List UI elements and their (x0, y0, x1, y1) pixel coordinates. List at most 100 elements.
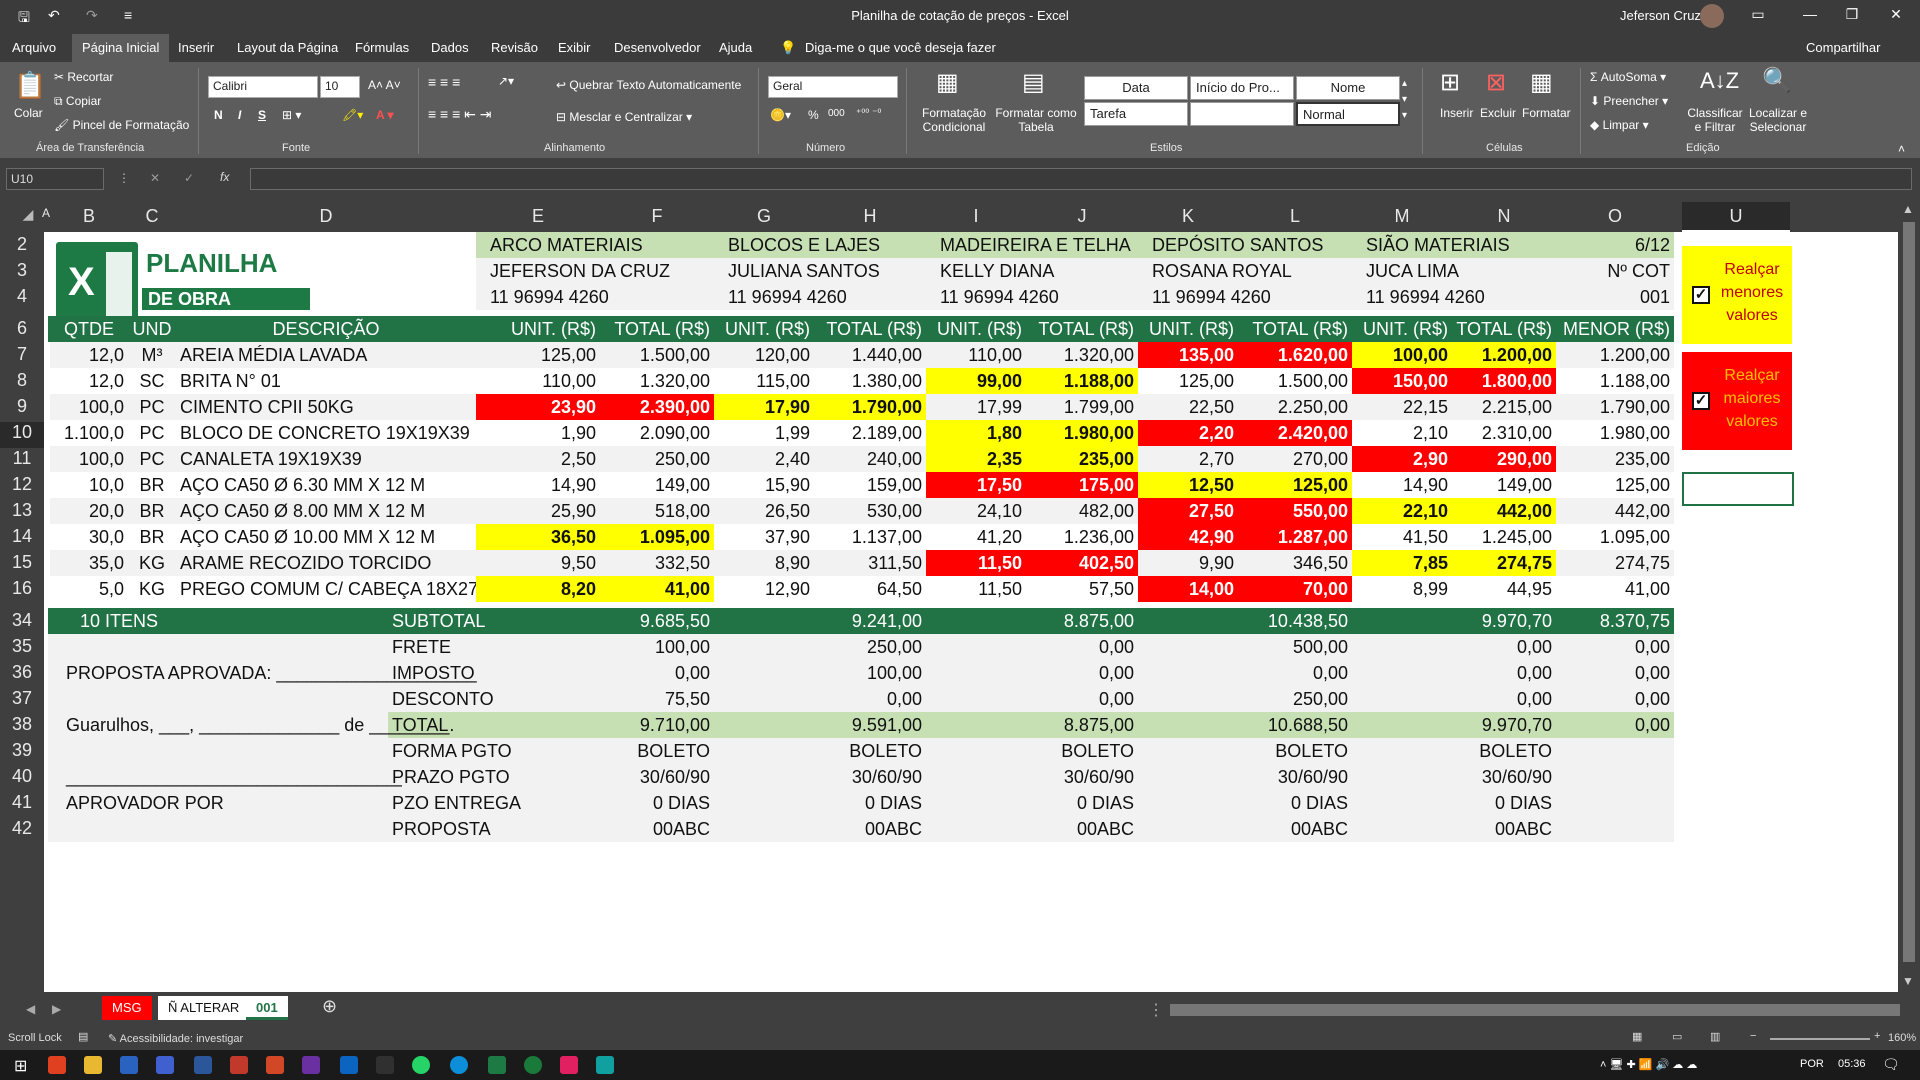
row-header-38[interactable]: 38 (0, 714, 44, 740)
zoom-slider[interactable] (1770, 1038, 1870, 1040)
checkbox-lower[interactable]: ✓ (1692, 286, 1710, 304)
item-total-price[interactable]: 149,00 (600, 472, 714, 498)
item-total-price[interactable]: 70,00 (1238, 576, 1352, 602)
item-total-price[interactable]: 44,95 (1452, 576, 1556, 602)
col-header-I[interactable]: I (926, 206, 1026, 230)
notifications-icon[interactable]: 🗨 (1882, 1056, 1900, 1073)
row-header-40[interactable]: 40 (0, 766, 44, 792)
item-total-price[interactable]: 1.236,00 (1026, 524, 1138, 550)
currency-icon[interactable]: 🪙▾ (770, 108, 791, 122)
item-unit-price[interactable]: 12,50 (1138, 472, 1238, 498)
fill-color-icon[interactable]: 🖍▾ (342, 108, 363, 122)
minimize-icon[interactable]: — (1790, 6, 1830, 22)
supplier-name[interactable]: BLOCOS E LAJES (714, 232, 926, 258)
summary-value[interactable]: 250,00 (714, 634, 926, 660)
excel-icon[interactable] (488, 1056, 506, 1074)
item-descricao[interactable]: ARAME RECOZIDO TORCIDO (176, 550, 476, 576)
item-unit-price[interactable]: 2,50 (476, 446, 600, 472)
item-descricao[interactable]: AÇO CA50 Ø 8.00 MM X 12 M (176, 498, 476, 524)
supplier-contact[interactable]: ROSANA ROYAL (1138, 258, 1352, 284)
restore-icon[interactable]: ❐ (1832, 6, 1872, 23)
item-unit-price[interactable]: 110,00 (926, 342, 1026, 368)
macro-icon[interactable]: ▤ (78, 1030, 88, 1043)
supplier-name[interactable]: MADEIREIRA E TELHA (926, 232, 1138, 258)
summary-value[interactable]: 0,00 (1556, 634, 1674, 660)
item-qtde[interactable]: 20,0 (50, 498, 128, 524)
item-total-price[interactable]: 41,00 (600, 576, 714, 602)
item-unit-price[interactable]: 25,90 (476, 498, 600, 524)
row-header-36[interactable]: 36 (0, 662, 44, 688)
language-indicator[interactable]: POR (1800, 1058, 1824, 1070)
col-header-F[interactable]: F (600, 206, 714, 230)
item-qtde[interactable]: 35,0 (50, 550, 128, 576)
item-total-price[interactable]: 64,50 (814, 576, 926, 602)
item-total-price[interactable]: 1.500,00 (600, 342, 714, 368)
item-descricao[interactable]: CIMENTO CPII 50KG (176, 394, 476, 420)
app-purple-icon[interactable] (302, 1056, 320, 1074)
col-header-G[interactable]: G (714, 206, 814, 230)
item-unit-price[interactable]: 1,99 (714, 420, 814, 446)
summary-value[interactable]: 30/60/90 (1352, 764, 1556, 790)
item-menor[interactable]: 235,00 (1556, 446, 1674, 472)
item-und[interactable]: BR (128, 524, 176, 550)
item-qtde[interactable]: 1.100,0 (50, 420, 128, 446)
item-qtde[interactable]: 30,0 (50, 524, 128, 550)
zoom-level[interactable]: 160% (1888, 1032, 1916, 1044)
summary-value[interactable]: 0 DIAS (714, 790, 926, 816)
item-total-price[interactable]: 2.250,00 (1238, 394, 1352, 420)
approval-line[interactable]: PROPOSTA APROVADA: ____________________ (62, 660, 482, 686)
font-color-icon[interactable]: A ▾ (376, 108, 394, 122)
summary-value[interactable]: 00ABC (1352, 816, 1556, 842)
clear-button[interactable]: ◆ Limpar ▾ (1590, 118, 1649, 132)
supplier-contact[interactable]: JEFERSON DA CRUZ (476, 258, 714, 284)
item-und[interactable]: BR (128, 472, 176, 498)
item-unit-price[interactable]: 99,00 (926, 368, 1026, 394)
tab-ajuda[interactable]: Ajuda (719, 40, 752, 55)
wrap-text-button[interactable]: ↩ Quebrar Texto Automaticamente (556, 78, 741, 92)
sheet-tab-msg[interactable]: MSG (102, 996, 152, 1020)
percent-button[interactable]: % (808, 108, 819, 122)
item-unit-price[interactable]: 150,00 (1352, 368, 1452, 394)
item-unit-price[interactable]: 26,50 (714, 498, 814, 524)
tab-dados[interactable]: Dados (431, 40, 469, 55)
item-total-price[interactable]: 1.200,00 (1452, 342, 1556, 368)
find-select-button[interactable]: Localizar e Selecionar (1746, 106, 1810, 134)
whatsapp-icon[interactable] (412, 1056, 430, 1074)
summary-value[interactable]: 0 DIAS (1352, 790, 1556, 816)
supplier-name[interactable]: ARCO MATERIAIS (476, 232, 714, 258)
item-unit-price[interactable]: 41,50 (1352, 524, 1452, 550)
summary-value[interactable]: 00ABC (714, 816, 926, 842)
summary-value[interactable] (1556, 764, 1674, 790)
summary-value[interactable]: 500,00 (1138, 634, 1352, 660)
app-teal-icon[interactable] (596, 1056, 614, 1074)
item-total-price[interactable]: 1.287,00 (1238, 524, 1352, 550)
tab-revisao[interactable]: Revisão (491, 40, 538, 55)
calendar-icon[interactable] (120, 1056, 138, 1074)
item-total-price[interactable]: 1.320,00 (600, 368, 714, 394)
item-unit-price[interactable]: 110,00 (476, 368, 600, 394)
format-cells-button[interactable]: Formatar (1522, 106, 1571, 120)
item-unit-price[interactable]: 8,99 (1352, 576, 1452, 602)
supplier-contact[interactable]: JUCA LIMA (1352, 258, 1556, 284)
item-menor[interactable]: 1.790,00 (1556, 394, 1674, 420)
approver-label[interactable]: APROVADOR POR (62, 790, 362, 816)
summary-value[interactable]: 100,00 (476, 634, 714, 660)
supplier-phone[interactable]: 11 96994 4260 (1352, 284, 1556, 310)
col-header-J[interactable]: J (1026, 206, 1138, 230)
item-unit-price[interactable]: 2,20 (1138, 420, 1238, 446)
conditional-format-icon[interactable]: ▦ (936, 68, 959, 97)
fill-button[interactable]: ⬇ Preencher ▾ (1590, 94, 1668, 108)
confirm-icon[interactable]: ✓ (184, 171, 194, 185)
item-descricao[interactable]: BLOCO DE CONCRETO 19X19X39 (176, 420, 476, 446)
col-header-O[interactable]: O (1556, 206, 1674, 230)
collapse-ribbon-icon[interactable]: ˄ (1898, 142, 1905, 156)
align-top-icon[interactable]: ≡ ≡ ≡ (428, 74, 460, 90)
summary-value[interactable]: 0,00 (476, 660, 714, 686)
summary-value[interactable]: 0,00 (1352, 686, 1556, 712)
item-unit-price[interactable]: 36,50 (476, 524, 600, 550)
item-total-price[interactable]: 1.500,00 (1238, 368, 1352, 394)
paste-button[interactable]: Colar (14, 106, 43, 120)
item-unit-price[interactable]: 135,00 (1138, 342, 1238, 368)
item-unit-price[interactable]: 42,90 (1138, 524, 1238, 550)
summary-value[interactable]: 30/60/90 (1138, 764, 1352, 790)
